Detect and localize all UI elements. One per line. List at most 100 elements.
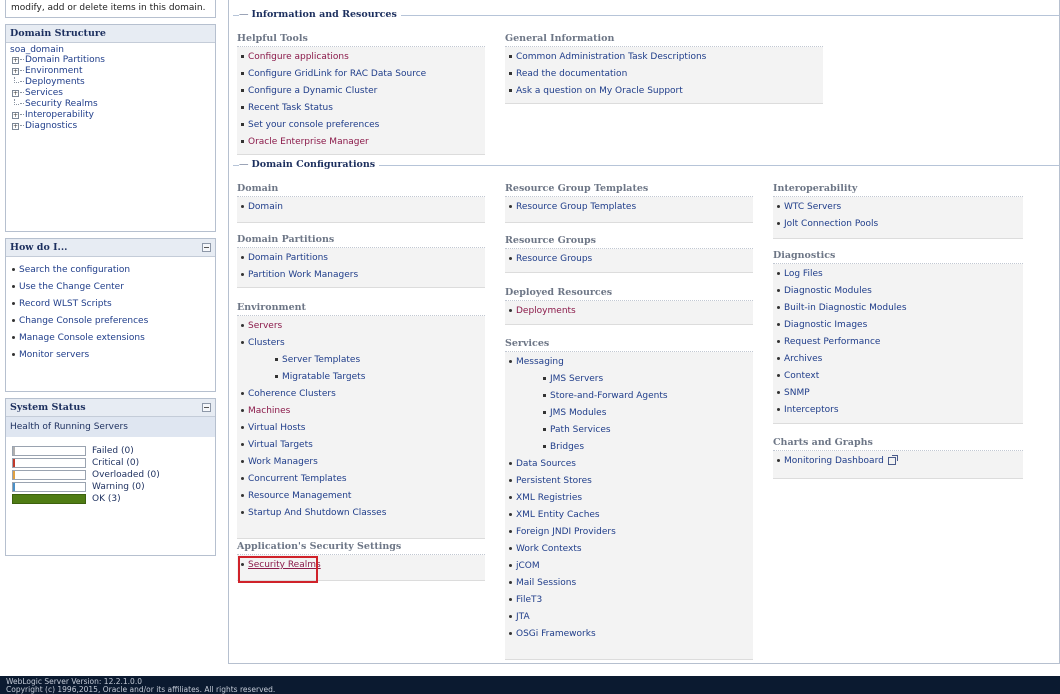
health-bar-failed [13, 447, 15, 455]
external-window-icon[interactable] [887, 454, 898, 465]
change-center-note-text: modify, add or delete items in this doma… [11, 3, 206, 13]
how-do-i-item[interactable]: Change Console preferences [12, 313, 209, 330]
link-resource-management[interactable]: Resource Management [241, 488, 485, 505]
how-do-i-item[interactable]: Search the configuration [12, 262, 209, 279]
link-saf-agents[interactable]: Store-and-Forward Agents [509, 388, 753, 405]
link-filet3[interactable]: FileT3 [509, 592, 753, 609]
link-oracle-enterprise-manager[interactable]: Oracle Enterprise Manager [241, 134, 485, 151]
link-log-files[interactable]: Log Files [777, 266, 1023, 283]
domain-tree: soa_domain + Domain Partitions + Environme… [6, 43, 215, 231]
link-persistent-stores[interactable]: Persistent Stores [509, 473, 753, 490]
link-partition-work-managers[interactable]: Partition Work Managers [241, 267, 485, 284]
link-path-services[interactable]: Path Services [509, 422, 753, 439]
minimize-icon[interactable] [202, 403, 211, 412]
link-wtc-servers[interactable]: WTC Servers [777, 199, 1023, 216]
tree-root-soa-domain[interactable]: soa_domain [10, 45, 211, 55]
health-subtitle: Health of Running Servers [6, 417, 215, 437]
link-concurrent-templates[interactable]: Concurrent Templates [241, 471, 485, 488]
link-virtual-targets[interactable]: Virtual Targets [241, 437, 485, 454]
link-coherence-clusters[interactable]: Coherence Clusters [241, 386, 485, 403]
left-sidebar: modify, add or delete items in this doma… [5, 0, 216, 562]
tree-node-interoperability[interactable]: + Interoperability [10, 110, 211, 121]
link-configure-applications[interactable]: Configure applications [241, 49, 485, 66]
link-jcom[interactable]: jCOM [509, 558, 753, 575]
link-configure-gridlink[interactable]: Configure GridLink for RAC Data Source [241, 66, 485, 83]
link-read-documentation[interactable]: Read the documentation [509, 66, 823, 83]
link-request-performance[interactable]: Request Performance [777, 334, 1023, 351]
link-common-admin-tasks[interactable]: Common Administration Task Descriptions [509, 49, 823, 66]
tree-node-domain-partitions[interactable]: + Domain Partitions [10, 55, 211, 66]
domain-configurations-title: Domain Configurations [239, 158, 380, 172]
link-resource-group-templates[interactable]: Resource Group Templates [509, 199, 753, 216]
health-bar-overloaded [13, 471, 15, 479]
link-context[interactable]: Context [777, 368, 1023, 385]
tree-node-services[interactable]: + Services [10, 88, 211, 99]
link-work-contexts[interactable]: Work Contexts [509, 541, 753, 558]
expand-icon[interactable]: + [12, 123, 19, 130]
link-jms-modules[interactable]: JMS Modules [509, 405, 753, 422]
how-do-i-item[interactable]: Record WLST Scripts [12, 296, 209, 313]
domain-structure-title: Domain Structure [6, 25, 215, 43]
expand-icon[interactable]: + [12, 68, 19, 75]
link-messaging[interactable]: Messaging [509, 354, 753, 371]
link-deployments[interactable]: Deployments [509, 303, 753, 320]
link-bridges[interactable]: Bridges [509, 439, 753, 456]
link-diagnostic-images[interactable]: Diagnostic Images [777, 317, 1023, 334]
link-server-templates[interactable]: Server Templates [241, 352, 485, 369]
health-row-failed: Failed (0) [12, 445, 215, 457]
link-osgi-frameworks[interactable]: OSGi Frameworks [509, 626, 753, 643]
link-migratable-targets[interactable]: Migratable Targets [241, 369, 485, 386]
helpful-tools-title: Helpful Tools [237, 32, 485, 47]
link-mail-sessions[interactable]: Mail Sessions [509, 575, 753, 592]
change-center-note: modify, add or delete items in this doma… [5, 0, 216, 18]
link-builtin-diagnostic-modules[interactable]: Built-in Diagnostic Modules [777, 300, 1023, 317]
link-jolt-connection-pools[interactable]: Jolt Connection Pools [777, 216, 1023, 233]
how-do-i-item[interactable]: Use the Change Center [12, 279, 209, 296]
link-oracle-support[interactable]: Ask a question on My Oracle Support [509, 83, 823, 100]
general-information-group: General Information Common Administratio… [505, 32, 823, 104]
minimize-icon[interactable] [202, 243, 211, 252]
tree-node-deployments[interactable]: Deployments [10, 77, 211, 88]
tree-node-diagnostics[interactable]: + Diagnostics [10, 121, 211, 132]
link-virtual-hosts[interactable]: Virtual Hosts [241, 420, 485, 437]
footer: WebLogic Server Version: 12.2.1.0.0 Copy… [0, 676, 1060, 694]
link-xml-entity-caches[interactable]: XML Entity Caches [509, 507, 753, 524]
security-realms-highlight [238, 556, 318, 583]
health-row-warning: Warning (0) [12, 481, 215, 493]
link-foreign-jndi[interactable]: Foreign JNDI Providers [509, 524, 753, 541]
link-work-managers[interactable]: Work Managers [241, 454, 485, 471]
health-bars: Failed (0) Critical (0) Overloaded (0) W… [6, 437, 215, 555]
link-snmp[interactable]: SNMP [777, 385, 1023, 402]
link-xml-registries[interactable]: XML Registries [509, 490, 753, 507]
expand-icon[interactable]: + [12, 90, 19, 97]
link-domain[interactable]: Domain [241, 199, 485, 216]
link-interceptors[interactable]: Interceptors [777, 402, 1023, 419]
link-machines[interactable]: Machines [241, 403, 485, 420]
link-console-preferences[interactable]: Set your console preferences [241, 117, 485, 134]
resource-group-templates-group: Resource Group Templates Resource Group … [505, 182, 753, 223]
link-archives[interactable]: Archives [777, 351, 1023, 368]
info-resources-title: Information and Resources [239, 8, 401, 22]
link-resource-groups[interactable]: Resource Groups [509, 251, 753, 268]
link-domain-partitions[interactable]: Domain Partitions [241, 250, 485, 267]
link-data-sources[interactable]: Data Sources [509, 456, 753, 473]
link-diagnostic-modules[interactable]: Diagnostic Modules [777, 283, 1023, 300]
how-do-i-list: Search the configuration Use the Change … [6, 257, 215, 391]
link-recent-task-status[interactable]: Recent Task Status [241, 100, 485, 117]
link-servers[interactable]: Servers [241, 318, 485, 335]
expand-icon[interactable]: + [12, 112, 19, 119]
tree-node-environment[interactable]: + Environment [10, 66, 211, 77]
link-monitoring-dashboard[interactable]: Monitoring Dashboard [777, 453, 1023, 470]
link-jms-servers[interactable]: JMS Servers [509, 371, 753, 388]
link-clusters[interactable]: Clusters [241, 335, 485, 352]
services-group: Services Messaging JMS Servers Store-and… [505, 337, 753, 660]
link-configure-dynamic-cluster[interactable]: Configure a Dynamic Cluster [241, 83, 485, 100]
link-startup-shutdown-classes[interactable]: Startup And Shutdown Classes [241, 505, 485, 522]
how-do-i-title: How do I... [10, 242, 68, 253]
expand-icon[interactable]: + [12, 57, 19, 64]
tree-node-security-realms[interactable]: Security Realms [10, 99, 211, 110]
how-do-i-item[interactable]: Manage Console extensions [12, 330, 209, 347]
how-do-i-item[interactable]: Monitor servers [12, 347, 209, 364]
link-jta[interactable]: JTA [509, 609, 753, 626]
health-bar-warning [13, 483, 15, 491]
